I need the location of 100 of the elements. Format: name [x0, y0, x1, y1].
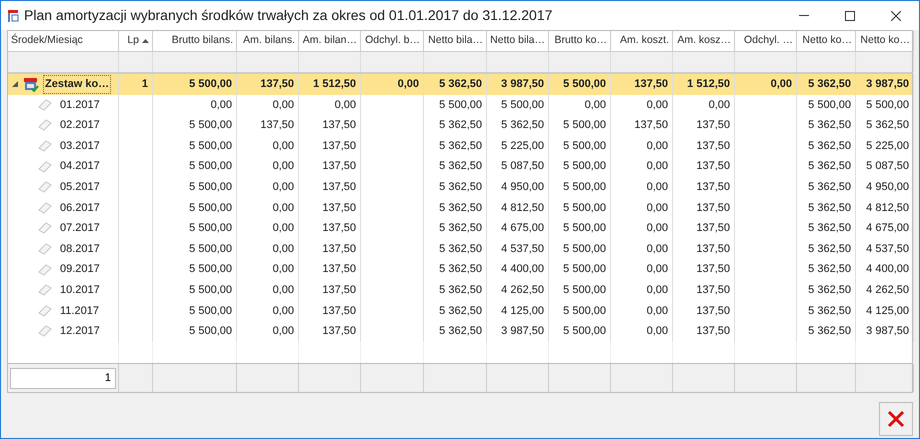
table-cell-text: 5 362,50 [439, 221, 482, 236]
table-cell-text: 0,00 [272, 200, 294, 216]
table-cell-text: 0,00 [272, 324, 294, 340]
table-cell-text: 0,00 [272, 242, 294, 257]
column-header[interactable]: Brutto ko… [549, 31, 611, 51]
table-cell-text: 0,00 [272, 98, 294, 113]
table-cell-text: 5 500,00 [563, 180, 606, 196]
table-cell-text: 5 362,50 [808, 118, 851, 134]
table-cell-text: 5 362,50 [808, 77, 851, 92]
cancel-button[interactable] [879, 402, 913, 436]
table-cell-text: 137,50 [260, 77, 294, 92]
table-cell-text: 137,50 [634, 118, 668, 134]
table-cell-text: 5 500,00 [563, 77, 606, 92]
table-cell-text: 137,50 [322, 262, 356, 278]
column-header[interactable]: Netto ko… [856, 31, 914, 51]
table-cell-text: 137,50 [696, 221, 730, 236]
cross-icon [886, 409, 906, 429]
table-cell-text: 4 537,50 [866, 242, 909, 257]
table-cell-text: 137,50 [696, 324, 730, 340]
table-cell-text: 5 500,00 [189, 242, 232, 257]
table-cell-text: 0,00 [646, 324, 668, 340]
table-cell-text: 5 362,50 [439, 138, 482, 154]
table-cell-text: 5 500,00 [563, 262, 606, 278]
document-icon [38, 98, 52, 111]
table-cell-text: 3 987,50 [866, 324, 909, 340]
column-header[interactable]: Am. bilan… [299, 31, 361, 51]
table-cell-text: 0,00 [646, 262, 668, 278]
table-cell-text: 4 675,00 [866, 221, 909, 236]
table-cell-text: 4 125,00 [501, 304, 544, 319]
table-row[interactable]: 01.2017 0,00 0,00 0,00 5 500,00 5 500,00 0,00 0,00 0,00 5 500,00 5 500,00 [8, 94, 912, 116]
table-cell-text: 0,00 [646, 98, 668, 113]
column-header[interactable]: Odchyl. … [735, 31, 797, 51]
table-cell-text: 5 362,50 [808, 159, 851, 174]
month-label: 08.2017 [60, 242, 100, 257]
month-label: 01.2017 [60, 98, 100, 113]
table-cell-text: 0,00 [770, 77, 792, 92]
table-cell-text: 0,00 [646, 221, 668, 236]
column-header[interactable]: Netto bila… [487, 31, 549, 51]
table-row[interactable]: Zestaw ko… 1 5 500,00 137,50 1 512,50 0,00 5 362,50 3 987,50 5 500,00 137,50 1 512,50 0,00 5 362,50 3 987,50 [8, 74, 912, 95]
document-icon [38, 140, 52, 152]
table-cell-text: 0,00 [334, 98, 356, 113]
collapse-icon[interactable] [11, 80, 19, 88]
table-cell-text: 0,00 [272, 221, 294, 236]
month-label: 04.2017 [60, 159, 100, 174]
table-cell-text: 5 362,50 [808, 324, 851, 340]
month-label: 06.2017 [60, 200, 100, 216]
table-cell-text: 137,50 [696, 118, 730, 134]
table-cell-text: 5 500,00 [439, 98, 482, 113]
table-cell-text: 137,50 [634, 77, 668, 92]
table-cell-text: 0,00 [646, 138, 668, 154]
document-icon [38, 284, 52, 296]
table-cell-text: 1 512,50 [313, 77, 356, 92]
column-header[interactable]: Środek/Miesiąc [8, 31, 119, 51]
table-cell-text: 5 362,50 [808, 180, 851, 196]
document-icon [38, 243, 52, 256]
table-cell-text: 5 362,50 [439, 118, 482, 134]
table-cell-text: 4 262,50 [501, 282, 544, 298]
table-cell-text: 0,00 [646, 159, 668, 174]
table-cell-text: 5 500,00 [808, 98, 851, 113]
table-cell-text: 5 500,00 [189, 221, 232, 236]
month-label: 03.2017 [60, 138, 100, 154]
column-header[interactable]: Am. koszt. [611, 31, 673, 51]
table-cell-text: 5 500,00 [563, 159, 606, 174]
table-cell-text: 5 500,00 [189, 262, 232, 278]
column-header[interactable]: Netto ko… [797, 31, 856, 51]
document-icon [38, 181, 52, 194]
table-cell-text: 137,50 [322, 118, 356, 134]
table-cell-text: 0,00 [584, 98, 606, 113]
table-cell-text: 5 500,00 [563, 324, 606, 340]
table-cell-text: 4 812,50 [866, 200, 909, 216]
table-cell-text: 5 500,00 [189, 200, 232, 216]
column-header[interactable]: Brutto bilans. [153, 31, 237, 51]
table-cell-text: 5 225,00 [501, 138, 544, 154]
maximize-icon [845, 10, 855, 20]
table-cell-text: 5 362,50 [808, 282, 851, 298]
table-cell-text: 5 500,00 [189, 77, 232, 92]
document-icon [38, 264, 52, 276]
table-cell-text: 5 087,50 [501, 159, 544, 174]
table-cell-text: 137,50 [696, 180, 730, 196]
table-cell-text: 137,50 [696, 159, 730, 174]
document-icon [38, 160, 52, 173]
table-cell-text: 5 500,00 [563, 138, 606, 154]
app-icon [6, 8, 20, 22]
table-cell-text: 5 500,00 [189, 282, 232, 298]
column-header[interactable]: Am. bilans. [237, 31, 299, 51]
month-label: 05.2017 [60, 180, 100, 196]
column-header[interactable]: Am. kosz… [673, 31, 735, 51]
table-cell-text: 4 125,00 [866, 304, 909, 319]
sort-ascending-icon [142, 39, 149, 43]
table-cell-text: 137,50 [322, 159, 356, 174]
table-cell-text: 5 087,50 [866, 159, 909, 174]
table-cell-text: 5 500,00 [563, 200, 606, 216]
table-cell-text: 5 362,50 [439, 159, 482, 174]
column-header[interactable]: Netto bila… [424, 31, 487, 51]
column-header[interactable]: Lp [119, 31, 153, 51]
table-cell-text: 0,00 [272, 262, 294, 278]
table-cell-text: 5 500,00 [563, 304, 606, 319]
table-cell-text: 5 500,00 [189, 118, 232, 134]
table-cell-text: 137,50 [696, 262, 730, 278]
column-header[interactable]: Odchyl. b… [361, 31, 424, 51]
